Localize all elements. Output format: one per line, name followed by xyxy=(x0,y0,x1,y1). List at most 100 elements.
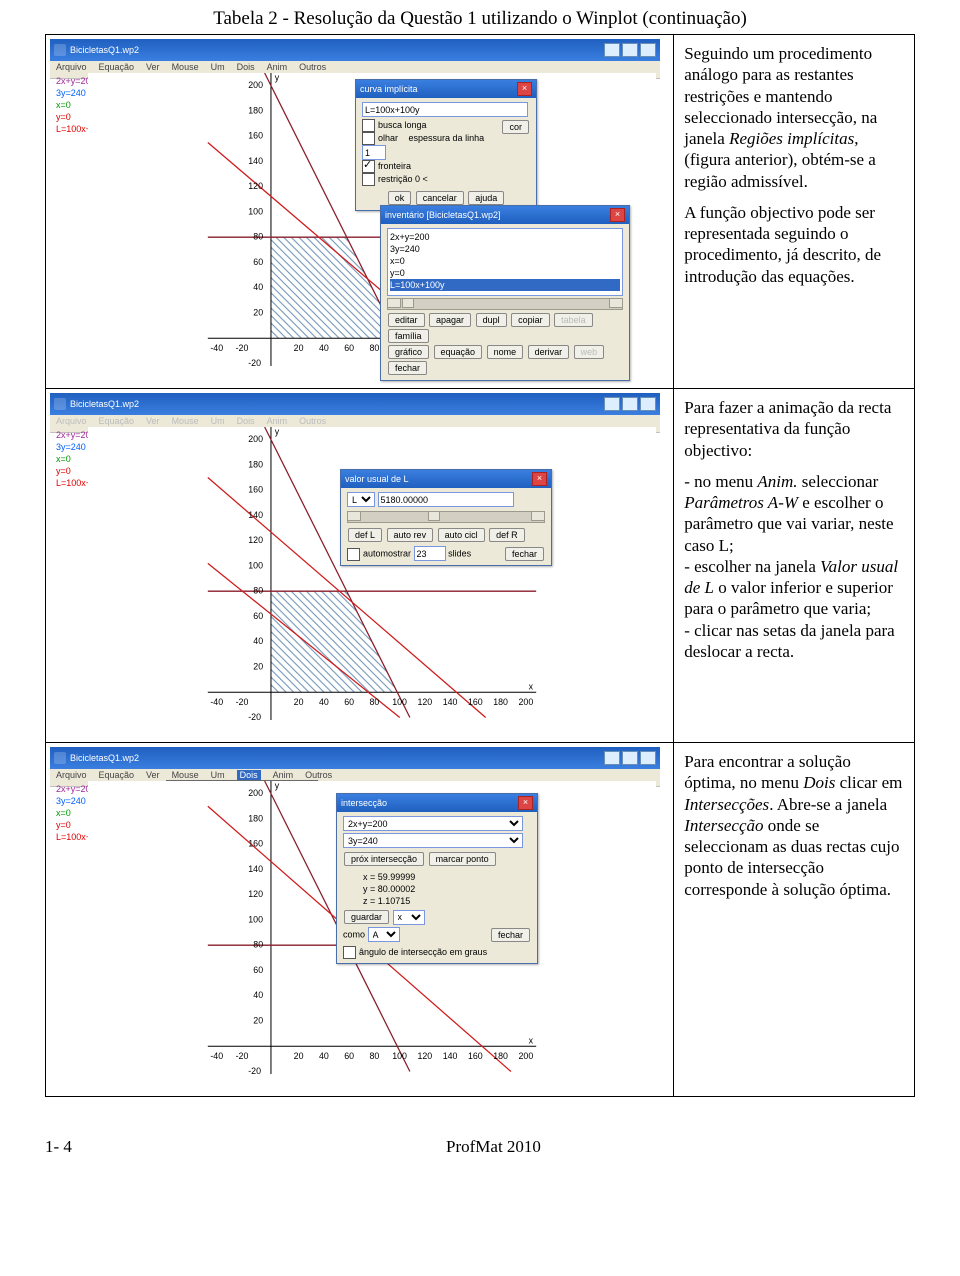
svg-text:40: 40 xyxy=(253,282,263,292)
svg-text:160: 160 xyxy=(468,697,483,707)
window-titlebar: BicicletasQ1.wp2 xyxy=(50,39,660,61)
label-como: como xyxy=(343,930,365,940)
select-eq1[interactable]: 2x+y=200 xyxy=(343,816,523,831)
btn-apagar[interactable]: apagar xyxy=(429,313,471,327)
cancel-button[interactable]: cancelar xyxy=(416,191,464,205)
table-caption: Tabela 2 - Resolução da Questão 1 utiliz… xyxy=(45,8,915,30)
window-controls[interactable] xyxy=(604,397,656,411)
btn-nome[interactable]: nome xyxy=(487,345,524,359)
btn-autocicl[interactable]: auto cicl xyxy=(438,528,485,542)
window-controls[interactable] xyxy=(604,43,656,57)
svg-text:100: 100 xyxy=(392,697,407,707)
list-item[interactable]: L=100x+100y xyxy=(390,279,620,291)
svg-text:x: x xyxy=(529,682,534,692)
value-input[interactable] xyxy=(378,492,514,507)
dialog-valor-usual[interactable]: valor usual de L× L def L auto rev auto … xyxy=(340,469,552,566)
select-guardar-var[interactable]: x xyxy=(393,910,425,925)
svg-text:140: 140 xyxy=(248,864,263,874)
check-busca-longa[interactable]: busca longa xyxy=(378,120,427,130)
list-item[interactable]: 3y=240 xyxy=(390,243,620,255)
list-item[interactable]: 2x+y=200 xyxy=(390,231,620,243)
slides-input[interactable] xyxy=(414,546,446,561)
svg-text:40: 40 xyxy=(319,343,329,353)
window-controls[interactable] xyxy=(604,751,656,765)
svg-text:200: 200 xyxy=(519,1051,534,1061)
svg-text:160: 160 xyxy=(248,485,263,495)
dialog-curva-implicita[interactable]: curva implícita × busca longa cor olhar e… xyxy=(355,79,537,211)
svg-text:60: 60 xyxy=(344,1051,354,1061)
svg-text:-20: -20 xyxy=(236,697,249,707)
svg-text:80: 80 xyxy=(369,343,379,353)
check-automostrar[interactable]: automostrar xyxy=(363,549,411,559)
svg-text:100: 100 xyxy=(248,206,263,216)
dialog-inventario[interactable]: inventário [BicicletasQ1.wp2]× 2x+y=200 … xyxy=(380,205,630,381)
scrollbar[interactable] xyxy=(387,298,623,310)
dialog-title: intersecção xyxy=(341,798,387,808)
btn-autorev[interactable]: auto rev xyxy=(387,528,434,542)
dialog-title: curva implícita xyxy=(360,84,418,94)
btn-dupl[interactable]: dupl xyxy=(476,313,507,327)
screenshot-3: BicicletasQ1.wp2 ArquivoEquaçãoVer Mouse… xyxy=(50,747,660,1092)
btn-defL[interactable]: def L xyxy=(348,528,382,542)
btn-familia[interactable]: família xyxy=(388,329,429,343)
window-title: BicicletasQ1.wp2 xyxy=(70,45,139,55)
svg-text:120: 120 xyxy=(417,1051,432,1061)
svg-text:60: 60 xyxy=(253,611,263,621)
btn-equacao[interactable]: equação xyxy=(434,345,483,359)
btn-prox-intersec[interactable]: próx intersecção xyxy=(344,852,424,866)
label-espessura: espessura da linha xyxy=(409,133,485,143)
select-eq2[interactable]: 3y=240 xyxy=(343,833,523,848)
window-title: BicicletasQ1.wp2 xyxy=(70,399,139,409)
btn-defR[interactable]: def R xyxy=(489,528,525,542)
check-fronteira[interactable]: fronteira xyxy=(378,161,411,171)
check-restricao[interactable]: restrição 0 < xyxy=(378,174,428,184)
result-values: x = 59.99999 y = 80.00002 z = 1.10715 xyxy=(363,871,531,907)
svg-text:y: y xyxy=(275,73,280,83)
check-olhar[interactable]: olhar xyxy=(378,133,398,143)
svg-text:180: 180 xyxy=(248,813,263,823)
close-icon[interactable]: × xyxy=(610,208,625,222)
svg-text:200: 200 xyxy=(519,697,534,707)
btn-fechar[interactable]: fechar xyxy=(491,928,530,942)
btn-copiar[interactable]: copiar xyxy=(511,313,550,327)
list-item[interactable]: x=0 xyxy=(390,255,620,267)
text-cell-1: Seguindo um procedimento análogo para as… xyxy=(674,35,915,389)
btn-guardar[interactable]: guardar xyxy=(344,910,389,924)
param-select[interactable]: L xyxy=(347,492,375,507)
svg-text:180: 180 xyxy=(493,697,508,707)
btn-tabela: tabela xyxy=(554,313,593,327)
svg-text:80: 80 xyxy=(369,697,379,707)
close-icon[interactable]: × xyxy=(532,472,547,486)
dialog-interseccao[interactable]: intersecção × 2x+y=200 3y=240 próx inters… xyxy=(336,793,538,964)
inventory-list[interactable]: 2x+y=200 3y=240 x=0 y=0 L=100x+100y xyxy=(387,228,623,296)
page-number: 1- 4 xyxy=(45,1137,72,1157)
btn-editar[interactable]: editar xyxy=(388,313,425,327)
svg-text:140: 140 xyxy=(248,510,263,520)
svg-text:120: 120 xyxy=(417,697,432,707)
svg-text:20: 20 xyxy=(253,661,263,671)
btn-marcar-ponto[interactable]: marcar ponto xyxy=(429,852,496,866)
btn-derivar[interactable]: derivar xyxy=(528,345,570,359)
svg-text:20: 20 xyxy=(294,343,304,353)
btn-fechar[interactable]: fechar xyxy=(388,361,427,375)
slider[interactable] xyxy=(347,511,545,523)
window-title: BicicletasQ1.wp2 xyxy=(70,753,139,763)
close-icon[interactable]: × xyxy=(518,796,533,810)
select-como[interactable]: A xyxy=(368,927,400,942)
help-button[interactable]: ajuda xyxy=(468,191,504,205)
svg-text:200: 200 xyxy=(248,434,263,444)
ok-button[interactable]: ok xyxy=(388,191,412,205)
color-button[interactable]: cor xyxy=(502,120,529,134)
btn-web: web xyxy=(574,345,605,359)
btn-grafico[interactable]: gráfico xyxy=(388,345,429,359)
close-icon[interactable]: × xyxy=(517,82,532,96)
svg-text:120: 120 xyxy=(248,181,263,191)
text-cell-2: Para fazer a animação da recta represent… xyxy=(674,389,915,743)
list-item[interactable]: y=0 xyxy=(390,267,620,279)
curve-equation-input[interactable] xyxy=(362,102,528,117)
btn-fechar[interactable]: fechar xyxy=(505,547,544,561)
svg-text:20: 20 xyxy=(294,1051,304,1061)
svg-text:200: 200 xyxy=(248,80,263,90)
check-angulo-graus[interactable]: ângulo de intersecção em graus xyxy=(359,947,487,957)
svg-text:-20: -20 xyxy=(248,1066,261,1074)
